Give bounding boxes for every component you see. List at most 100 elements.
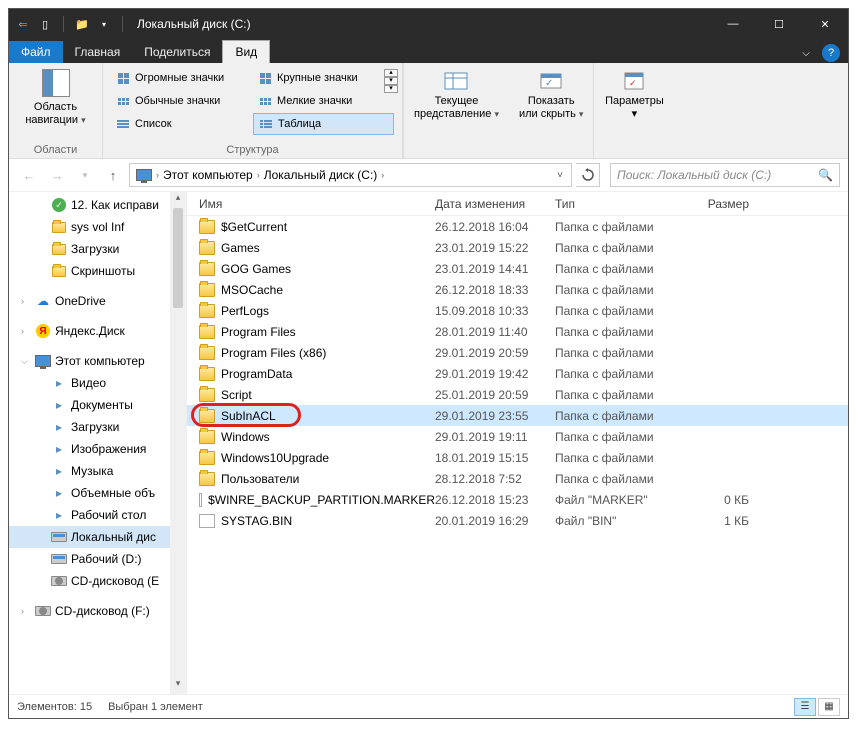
search-input[interactable]: Поиск: Локальный диск (C:) 🔍	[610, 163, 840, 187]
file-row[interactable]: $GetCurrent26.12.2018 16:04Папка с файла…	[187, 216, 848, 237]
col-type[interactable]: Тип	[555, 197, 685, 211]
address-bar-row: ← → ▾ ↑ › Этот компьютер › Локальный дис…	[9, 159, 848, 191]
file-row[interactable]: MSOCache26.12.2018 18:33Папка с файлами	[187, 279, 848, 300]
tree-item[interactable]: sys vol Inf	[9, 216, 186, 238]
tree-item[interactable]: ▸Видео	[9, 372, 186, 394]
status-item-count: Элементов: 15	[17, 701, 92, 713]
file-row[interactable]: $WINRE_BACKUP_PARTITION.MARKER26.12.2018…	[187, 489, 848, 510]
breadcrumb-drive[interactable]: Локальный диск (C:)	[262, 168, 380, 182]
tree-item[interactable]: ▸Музыка	[9, 460, 186, 482]
tree-scrollbar[interactable]: ▴▾	[170, 192, 186, 694]
tree-item[interactable]: ▸Рабочий стол	[9, 504, 186, 526]
tree-item[interactable]: ▸Объемные объ	[9, 482, 186, 504]
tree-item[interactable]: ›ЯЯндекс.Диск	[9, 320, 186, 342]
options-icon: ✓	[621, 69, 647, 93]
tab-home[interactable]: Главная	[63, 41, 133, 63]
tab-share[interactable]: Поделиться	[132, 41, 222, 63]
layout-table[interactable]: Таблица	[253, 113, 394, 135]
col-size[interactable]: Размер	[685, 197, 765, 211]
navigation-pane-button[interactable]: Область навигации ▾	[25, 101, 85, 127]
breadcrumb-this-pc[interactable]: Этот компьютер	[161, 168, 255, 182]
search-icon[interactable]: 🔍	[818, 168, 833, 182]
nav-forward-button[interactable]: →	[45, 163, 69, 187]
close-button[interactable]: ✕	[802, 9, 848, 39]
ribbon-collapse-icon[interactable]: ⌵	[796, 43, 816, 63]
nav-back-button[interactable]: ←	[17, 163, 41, 187]
file-row[interactable]: Program Files28.01.2019 11:40Папка с фай…	[187, 321, 848, 342]
current-view-button[interactable]: Текущее представление ▾	[404, 63, 509, 158]
file-row[interactable]: SubInACL29.01.2019 23:55Папка с файлами	[187, 405, 848, 426]
layout-spin-down[interactable]: ▾	[384, 77, 398, 85]
tree-item[interactable]: ▸Документы	[9, 394, 186, 416]
file-type: Папка с файлами	[555, 472, 685, 486]
tree-item[interactable]: ▸Загрузки	[9, 416, 186, 438]
layout-huge-icons[interactable]: Огромные значки	[111, 67, 252, 89]
tree-item[interactable]: ▸Изображения	[9, 438, 186, 460]
file-row[interactable]: ProgramData29.01.2019 19:42Папка с файла…	[187, 363, 848, 384]
file-row[interactable]: Windows10Upgrade18.01.2019 15:15Папка с …	[187, 447, 848, 468]
file-date: 26.12.2018 15:23	[435, 493, 555, 507]
qat-folder-icon[interactable]: 📁	[74, 16, 90, 32]
col-name[interactable]: Имя	[187, 197, 435, 211]
file-row[interactable]: PerfLogs15.09.2018 10:33Папка с файлами	[187, 300, 848, 321]
help-icon[interactable]: ?	[822, 44, 840, 62]
file-row[interactable]: Script25.01.2019 20:59Папка с файлами	[187, 384, 848, 405]
tree-item[interactable]: Локальный дис	[9, 526, 186, 548]
file-name: Пользователи	[221, 472, 299, 486]
tree-item[interactable]: Рабочий (D:)	[9, 548, 186, 570]
nav-up-button[interactable]: ↑	[101, 163, 125, 187]
file-type: Папка с файлами	[555, 430, 685, 444]
tree-item-label: Локальный дис	[71, 530, 156, 544]
tab-view[interactable]: Вид	[222, 40, 270, 63]
col-date[interactable]: Дата изменения	[435, 197, 555, 211]
layout-small-icons[interactable]: Мелкие значки	[253, 90, 394, 112]
show-hide-button[interactable]: ✓ Показать или скрыть ▾	[509, 63, 593, 158]
tree-item[interactable]: ✓12. Как исправи	[9, 194, 186, 216]
nav-tree[interactable]: ▴▾ ✓12. Как исправиsys vol InfЗагрузкиСк…	[9, 192, 187, 694]
file-row[interactable]: Пользователи28.12.2018 7:52Папка с файла…	[187, 468, 848, 489]
breadcrumb[interactable]: › Этот компьютер › Локальный диск (C:) ›…	[129, 163, 572, 187]
layout-list[interactable]: Список	[111, 113, 252, 135]
file-date: 29.01.2019 23:55	[435, 409, 555, 423]
file-date: 18.01.2019 15:15	[435, 451, 555, 465]
file-date: 25.01.2019 20:59	[435, 388, 555, 402]
chevron-right-icon[interactable]: ›	[379, 170, 386, 180]
tree-item[interactable]: ›☁OneDrive	[9, 290, 186, 312]
chevron-right-icon[interactable]: ›	[154, 170, 161, 180]
file-name: PerfLogs	[221, 304, 269, 318]
tree-item-label: Изображения	[71, 442, 146, 456]
tree-item[interactable]: ⌵Этот компьютер	[9, 350, 186, 372]
tree-item[interactable]: CD-дисковод (E	[9, 570, 186, 592]
view-thumbs-button[interactable]: ▦	[818, 698, 840, 716]
minimize-button[interactable]: —	[710, 9, 756, 39]
tree-item[interactable]: Скриншоты	[9, 260, 186, 282]
file-row[interactable]: GOG Games23.01.2019 14:41Папка с файлами	[187, 258, 848, 279]
tree-item[interactable]: Загрузки	[9, 238, 186, 260]
column-headers[interactable]: Имя Дата изменения Тип Размер	[187, 192, 848, 216]
tree-item[interactable]: ›CD-дисковод (F:)	[9, 600, 186, 622]
nav-recent-button[interactable]: ▾	[73, 163, 97, 187]
view-details-button[interactable]: ☰	[794, 698, 816, 716]
file-list[interactable]: Имя Дата изменения Тип Размер $GetCurren…	[187, 192, 848, 694]
layout-spin-expand[interactable]: ▾	[384, 85, 398, 93]
breadcrumb-history-icon[interactable]: ˅	[553, 170, 567, 181]
refresh-button[interactable]	[576, 163, 600, 187]
status-selection: Выбран 1 элемент	[108, 701, 203, 713]
file-type: Папка с файлами	[555, 220, 685, 234]
tab-file[interactable]: Файл	[9, 41, 63, 63]
layout-normal-icons[interactable]: Обычные значки	[111, 90, 252, 112]
ribbon-group-params[interactable]: ✓ Параметры▾	[594, 63, 674, 158]
file-row[interactable]: Windows29.01.2019 19:11Папка с файлами	[187, 426, 848, 447]
file-row[interactable]: SYSTAG.BIN20.01.2019 16:29Файл "BIN"1 КБ	[187, 510, 848, 531]
file-row[interactable]: Program Files (x86)29.01.2019 20:59Папка…	[187, 342, 848, 363]
maximize-button[interactable]: ☐	[756, 9, 802, 39]
file-row[interactable]: Games23.01.2019 15:22Папка с файлами	[187, 237, 848, 258]
file-date: 23.01.2019 14:41	[435, 262, 555, 276]
qat-properties-icon[interactable]: ▯	[37, 16, 53, 32]
qat-dropdown-icon[interactable]: ▾	[96, 16, 112, 32]
layout-large-icons[interactable]: Крупные значки	[253, 67, 394, 89]
svg-text:✓: ✓	[629, 78, 637, 88]
chevron-right-icon[interactable]: ›	[255, 170, 262, 180]
qat-back-icon[interactable]: ⇐	[15, 16, 31, 32]
layout-spin-up[interactable]: ▴	[384, 69, 398, 77]
